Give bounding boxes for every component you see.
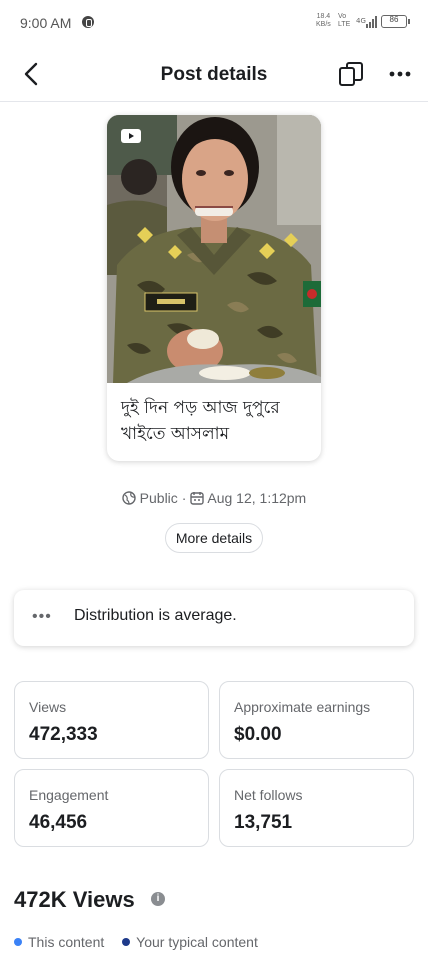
stat-value: 13,751 <box>234 812 293 833</box>
stat-net-follows[interactable]: Net follows 13,751 <box>219 769 414 847</box>
post-meta: Public · Aug 12, 1:12pm <box>0 490 428 506</box>
views-heading: 472K Views <box>14 887 135 912</box>
stat-label: Approximate earnings <box>234 699 371 715</box>
legend-dot <box>14 938 22 946</box>
legend-dot <box>122 938 131 946</box>
more-details-button[interactable]: More details <box>165 523 263 553</box>
facebook-notification-icon <box>82 16 94 28</box>
thumbnail-image <box>107 115 321 383</box>
volte-indicator: Vo LTE <box>338 13 351 28</box>
distribution-text: Distribution is average. <box>74 607 237 624</box>
globe-icon <box>122 491 136 505</box>
video-thumbnail[interactable] <box>107 115 321 383</box>
stat-engagement[interactable]: Engagement 46,456 <box>14 769 209 847</box>
more-options-icon[interactable] <box>386 60 414 88</box>
copy-icon[interactable] <box>337 60 365 88</box>
stat-label: Net follows <box>234 787 303 803</box>
stat-value: 46,456 <box>29 812 88 833</box>
status-time: 9:00 AM <box>20 15 72 31</box>
more-dots-icon: ••• <box>32 608 52 625</box>
visibility-label: Public <box>139 490 178 506</box>
stat-value: 472,333 <box>29 724 98 745</box>
stat-value: $0.00 <box>234 724 282 745</box>
stat-views[interactable]: Views 472,333 <box>14 681 209 759</box>
stat-earnings[interactable]: Approximate earnings $0.00 <box>219 681 414 759</box>
chart-legend: This content Your typical content <box>14 934 272 950</box>
distribution-card[interactable]: ••• Distribution is average. <box>14 590 414 646</box>
network-speed: 18.4 KB/s <box>316 13 331 28</box>
info-icon[interactable]: i <box>151 892 165 906</box>
header: Post details <box>0 46 428 102</box>
calendar-icon <box>190 492 204 505</box>
video-icon <box>121 129 141 143</box>
post-caption: দুই দিন পড় আজ দুপুরে খাইতে আসলাম <box>121 398 280 444</box>
stat-label: Engagement <box>29 787 109 803</box>
svg-text:4G: 4G <box>356 17 366 25</box>
post-preview-card[interactable]: দুই দিন পড় আজ দুপুরে খাইতে আসলাম <box>107 115 321 461</box>
battery-icon: 86 <box>381 15 410 28</box>
legend-this-content: This content <box>14 934 108 950</box>
post-date: Aug 12, 1:12pm <box>207 490 307 506</box>
signal-icon: 4G <box>356 16 377 28</box>
status-bar: 9:00 AM 18.4 KB/s Vo LTE 4G 86 <box>0 0 428 46</box>
stat-label: Views <box>29 699 67 715</box>
legend-typical-content: Your typical content <box>122 934 258 950</box>
meta-separator: · <box>181 490 187 506</box>
